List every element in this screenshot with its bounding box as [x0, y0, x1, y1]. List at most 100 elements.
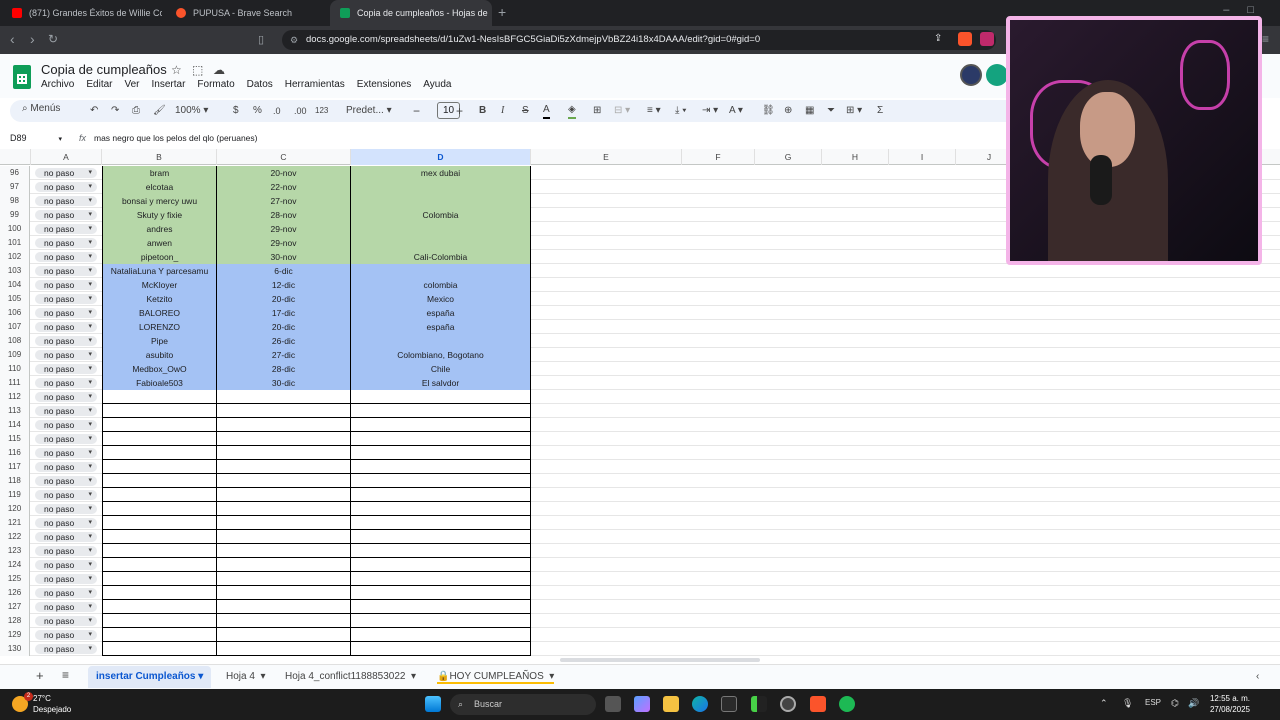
cell-location[interactable]	[351, 642, 531, 656]
sheet-tab-insertar-cumpleanos[interactable]: insertar Cumpleaños ▾	[88, 666, 212, 688]
all-sheets-icon[interactable]: ≡	[62, 668, 69, 682]
status-dropdown-chip[interactable]: no paso	[35, 364, 97, 374]
font-select[interactable]: Predet... ▾	[346, 103, 392, 119]
status-dropdown-chip[interactable]: no paso	[35, 644, 97, 654]
cell-location[interactable]	[351, 502, 531, 516]
window-controls[interactable]: –□	[1223, 4, 1272, 16]
row-number[interactable]: 124	[0, 558, 30, 572]
cell-name[interactable]	[102, 432, 217, 446]
cell-location[interactable]	[351, 516, 531, 530]
cell-date[interactable]: 20-dic	[217, 320, 351, 334]
cell-date[interactable]: 28-nov	[217, 208, 351, 222]
row-number[interactable]: 117	[0, 460, 30, 474]
row-number[interactable]: 120	[0, 502, 30, 516]
cell-location[interactable]	[351, 390, 531, 404]
cell-name[interactable]: elcotaa	[102, 180, 217, 194]
percent-button[interactable]: %	[253, 103, 262, 119]
cell-name[interactable]	[102, 530, 217, 544]
cell-date[interactable]	[217, 516, 351, 530]
bookmark-icon[interactable]: ▯	[258, 33, 264, 46]
cell-date[interactable]	[217, 544, 351, 558]
undo-icon[interactable]: ↶	[90, 103, 98, 119]
browser-tab-youtube[interactable]: (871) Grandes Éxitos de Willie Colon	[2, 0, 162, 26]
row-number[interactable]: 121	[0, 516, 30, 530]
cell-name[interactable]: Skuty y fixie	[102, 208, 217, 222]
cell-date[interactable]: 28-dic	[217, 362, 351, 376]
cloud-status-icon[interactable]: ☁	[213, 63, 225, 77]
print-icon[interactable]: ⎙	[132, 103, 140, 119]
cell-name[interactable]	[102, 614, 217, 628]
cell-date[interactable]	[217, 390, 351, 404]
redo-icon[interactable]: ↷	[111, 103, 119, 119]
network-icon[interactable]: ⌬	[1171, 698, 1179, 709]
menus-search[interactable]: ⌕ Menús	[22, 103, 60, 114]
row-number[interactable]: 97	[0, 180, 30, 194]
status-dropdown-chip[interactable]: no paso	[35, 210, 97, 220]
row-number[interactable]: 100	[0, 222, 30, 236]
cell-date[interactable]	[217, 600, 351, 614]
cell-date[interactable]	[217, 474, 351, 488]
cell-location[interactable]	[351, 530, 531, 544]
font-size-increase-icon[interactable]: +	[456, 103, 463, 119]
status-dropdown-chip[interactable]: no paso	[35, 378, 97, 388]
cell-date[interactable]: 22-nov	[217, 180, 351, 194]
cell-name[interactable]	[102, 502, 217, 516]
brave-taskbar-icon[interactable]	[810, 696, 826, 712]
row-number[interactable]: 96	[0, 166, 30, 180]
file-explorer-icon[interactable]	[663, 696, 679, 712]
row-number[interactable]: 128	[0, 614, 30, 628]
row-number[interactable]: 105	[0, 292, 30, 306]
taskbar-search[interactable]: ⌕ Buscar	[450, 694, 596, 715]
row-number[interactable]: 119	[0, 488, 30, 502]
cell-name[interactable]: Medbox_OwO	[102, 362, 217, 376]
sheet-tab-hoja-4-conflict[interactable]: Hoja 4_conflict1188853022 ▾	[285, 671, 416, 682]
row-number[interactable]: 118	[0, 474, 30, 488]
column-header-e[interactable]: E	[531, 149, 682, 165]
cell-name[interactable]	[102, 572, 217, 586]
cell-name[interactable]	[102, 446, 217, 460]
cell-date[interactable]	[217, 572, 351, 586]
cell-location[interactable]	[351, 236, 531, 250]
url-field[interactable]: docs.google.com/spreadsheets/d/1uZw1-Nes…	[282, 30, 996, 50]
cell-name[interactable]	[102, 474, 217, 488]
cell-date[interactable]: 30-nov	[217, 250, 351, 264]
document-title[interactable]: Copia de cumpleaños	[41, 62, 167, 77]
chevron-up-icon[interactable]: ⌃	[1100, 698, 1108, 709]
text-rotation-icon[interactable]: A ▾	[729, 103, 743, 119]
row-number[interactable]: 109	[0, 348, 30, 362]
cell-name[interactable]: andres	[102, 222, 217, 236]
cell-name[interactable]	[102, 628, 217, 642]
row-number[interactable]: 101	[0, 236, 30, 250]
menu-extensiones[interactable]: Extensiones	[357, 79, 411, 90]
browser-tab-brave-search[interactable]: PUPUSA - Brave Search	[166, 0, 326, 26]
collaborator-avatar[interactable]	[960, 64, 982, 86]
cell-location[interactable]: Cali-Colombia	[351, 250, 531, 264]
cell-location[interactable]: Colombia	[351, 208, 531, 222]
cell-location[interactable]	[351, 488, 531, 502]
cell-location[interactable]	[351, 194, 531, 208]
row-number[interactable]: 107	[0, 320, 30, 334]
status-dropdown-chip[interactable]: no paso	[35, 462, 97, 472]
cell-location[interactable]	[351, 334, 531, 348]
cell-location[interactable]	[351, 558, 531, 572]
currency-button[interactable]: $	[233, 103, 239, 119]
row-number[interactable]: 111	[0, 376, 30, 390]
cell-name[interactable]	[102, 516, 217, 530]
row-number[interactable]: 127	[0, 600, 30, 614]
select-all-corner[interactable]	[0, 149, 31, 165]
sheets-logo-icon[interactable]	[13, 65, 31, 89]
status-dropdown-chip[interactable]: no paso	[35, 294, 97, 304]
borders-icon[interactable]: ⊞	[593, 103, 601, 119]
row-number[interactable]: 115	[0, 432, 30, 446]
language-indicator[interactable]: ESP	[1145, 698, 1161, 707]
paint-format-icon[interactable]: 🖌	[153, 103, 166, 119]
cell-location[interactable]: El salvdor	[351, 376, 531, 390]
cell-name[interactable]: McKloyer	[102, 278, 217, 292]
decrease-decimal-button[interactable]: .0	[273, 103, 281, 119]
row-number[interactable]: 102	[0, 250, 30, 264]
cell-location[interactable]	[351, 180, 531, 194]
column-header-a[interactable]: A	[31, 149, 102, 165]
menu-formato[interactable]: Formato	[197, 79, 234, 90]
zoom-select[interactable]: 100% ▾	[175, 103, 208, 119]
cell-date[interactable]: 12-dic	[217, 278, 351, 292]
